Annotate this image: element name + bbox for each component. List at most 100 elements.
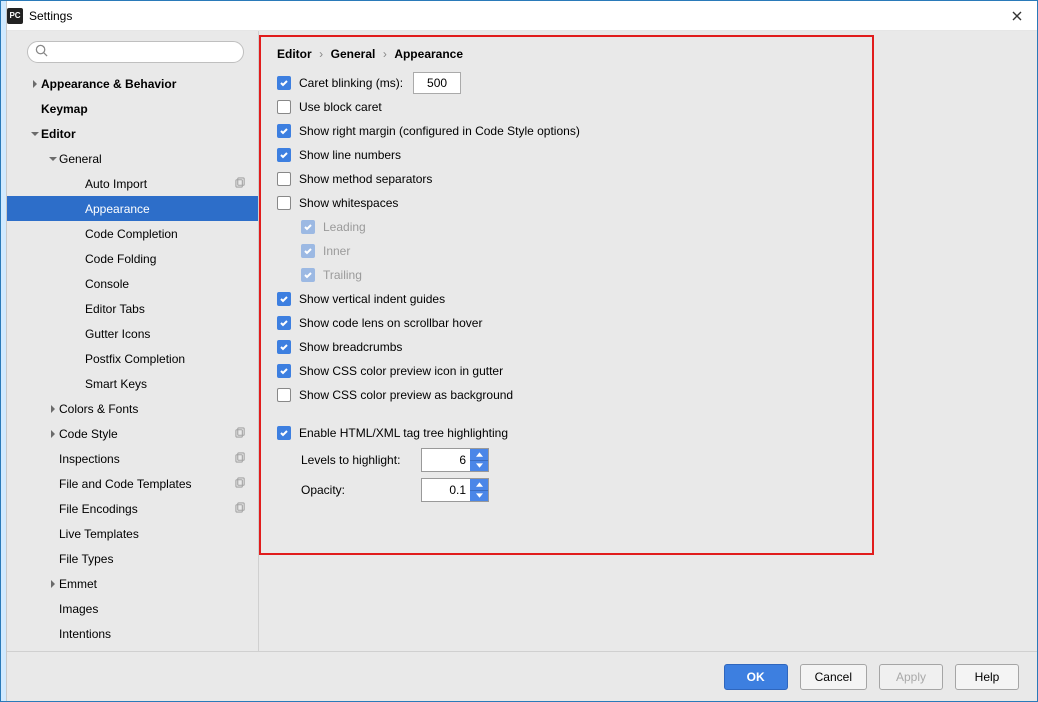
show-right-margin-checkbox[interactable]	[277, 124, 291, 138]
breadcrumb-part: General	[331, 47, 376, 61]
code-lens-label: Show code lens on scrollbar hover	[299, 316, 482, 330]
opacity-input[interactable]	[422, 479, 470, 501]
chevron-right-icon	[29, 80, 41, 88]
tree-item-inspections[interactable]: Inspections	[7, 446, 258, 471]
main-panel: Editor › General › Appearance Caret blin…	[259, 31, 1037, 651]
chevron-right-icon	[47, 405, 59, 413]
spinner-up-icon[interactable]	[470, 479, 488, 490]
levels-spinner[interactable]	[421, 448, 489, 472]
settings-tree: Appearance & Behavior Keymap Editor General…	[7, 71, 258, 651]
chevron-right-icon	[47, 580, 59, 588]
tree-item-label: Appearance & Behavior	[41, 77, 176, 91]
tree-item-code-completion[interactable]: Code Completion	[7, 221, 258, 246]
copy-icon	[235, 502, 246, 516]
caret-blinking-label: Caret blinking (ms):	[299, 76, 403, 90]
levels-input[interactable]	[422, 449, 470, 471]
show-method-separators-checkbox[interactable]	[277, 172, 291, 186]
code-lens-checkbox[interactable]	[277, 316, 291, 330]
dialog-footer: OK Cancel Apply Help	[1, 651, 1037, 701]
tree-item-label: Images	[59, 602, 98, 616]
breadcrumb-part: Editor	[277, 47, 312, 61]
left-edge-strip	[1, 1, 7, 701]
tree-item-label: Keymap	[41, 102, 88, 116]
tree-item-console[interactable]: Console	[7, 271, 258, 296]
tree-item-general[interactable]: General	[7, 146, 258, 171]
show-line-numbers-checkbox[interactable]	[277, 148, 291, 162]
css-background-checkbox[interactable]	[277, 388, 291, 402]
opacity-spinner[interactable]	[421, 478, 489, 502]
enable-html-xml-label: Enable HTML/XML tag tree highlighting	[299, 426, 508, 440]
tree-item-gutter-icons[interactable]: Gutter Icons	[7, 321, 258, 346]
vertical-indent-label: Show vertical indent guides	[299, 292, 445, 306]
caret-blinking-input[interactable]	[413, 72, 461, 94]
titlebar: PC Settings	[1, 1, 1037, 31]
copy-icon	[235, 452, 246, 466]
caret-blinking-checkbox[interactable]	[277, 76, 291, 90]
chevron-right-icon: ›	[319, 47, 323, 61]
tree-item-label: Console	[85, 277, 129, 291]
chevron-right-icon	[47, 430, 59, 438]
css-gutter-label: Show CSS color preview icon in gutter	[299, 364, 503, 378]
leading-checkbox	[301, 220, 315, 234]
tree-item-keymap[interactable]: Keymap	[7, 96, 258, 121]
tree-item-label: Code Folding	[85, 252, 156, 266]
tree-item-appearance[interactable]: Appearance	[7, 196, 258, 221]
tree-item-editor[interactable]: Editor	[7, 121, 258, 146]
show-whitespaces-checkbox[interactable]	[277, 196, 291, 210]
tree-item-file-encodings[interactable]: File Encodings	[7, 496, 258, 521]
tree-item-label: Auto Import	[85, 177, 147, 191]
tree-item-label: Live Templates	[59, 527, 139, 541]
help-button[interactable]: Help	[955, 664, 1019, 690]
tree-item-live-templates[interactable]: Live Templates	[7, 521, 258, 546]
tree-item-colors-fonts[interactable]: Colors & Fonts	[7, 396, 258, 421]
show-line-numbers-label: Show line numbers	[299, 148, 401, 162]
tree-item-label: Code Completion	[85, 227, 178, 241]
tree-item-code-style[interactable]: Code Style	[7, 421, 258, 446]
tree-item-label: Editor Tabs	[85, 302, 145, 316]
levels-label: Levels to highlight:	[301, 453, 421, 467]
cancel-button[interactable]: Cancel	[800, 664, 867, 690]
apply-button[interactable]: Apply	[879, 664, 943, 690]
enable-html-xml-checkbox[interactable]	[277, 426, 291, 440]
tree-item-appearance-behavior[interactable]: Appearance & Behavior	[7, 71, 258, 96]
spinner-down-icon[interactable]	[470, 490, 488, 502]
tree-item-file-and-code-templates[interactable]: File and Code Templates	[7, 471, 258, 496]
tree-item-label: General	[59, 152, 102, 166]
tree-item-postfix-completion[interactable]: Postfix Completion	[7, 346, 258, 371]
close-button[interactable]	[1003, 6, 1031, 26]
css-gutter-checkbox[interactable]	[277, 364, 291, 378]
breadcrumb-part: Appearance	[394, 47, 463, 61]
search-input[interactable]	[27, 41, 244, 63]
settings-dialog: PC Settings Appearance & Behavior Keymap E…	[0, 0, 1038, 702]
inner-label: Inner	[323, 244, 350, 258]
css-background-label: Show CSS color preview as background	[299, 388, 513, 402]
app-icon: PC	[7, 8, 23, 24]
chevron-down-icon	[29, 130, 41, 138]
tree-item-emmet[interactable]: Emmet	[7, 571, 258, 596]
tree-item-label: Postfix Completion	[85, 352, 185, 366]
breadcrumbs-checkbox[interactable]	[277, 340, 291, 354]
tree-item-code-folding[interactable]: Code Folding	[7, 246, 258, 271]
spinner-up-icon[interactable]	[470, 449, 488, 460]
leading-label: Leading	[323, 220, 366, 234]
sidebar: Appearance & Behavior Keymap Editor General…	[7, 31, 259, 651]
tree-item-intentions[interactable]: Intentions	[7, 621, 258, 646]
tree-item-label: Smart Keys	[85, 377, 147, 391]
search-icon	[35, 44, 48, 60]
copy-icon	[235, 177, 246, 191]
tree-item-label: File Encodings	[59, 502, 138, 516]
vertical-indent-checkbox[interactable]	[277, 292, 291, 306]
use-block-caret-checkbox[interactable]	[277, 100, 291, 114]
ok-button[interactable]: OK	[724, 664, 788, 690]
chevron-down-icon	[47, 155, 59, 163]
tree-item-images[interactable]: Images	[7, 596, 258, 621]
tree-item-file-types[interactable]: File Types	[7, 546, 258, 571]
tree-item-auto-import[interactable]: Auto Import	[7, 171, 258, 196]
trailing-checkbox	[301, 268, 315, 282]
tree-item-label: Inspections	[59, 452, 120, 466]
tree-item-smart-keys[interactable]: Smart Keys	[7, 371, 258, 396]
tree-item-editor-tabs[interactable]: Editor Tabs	[7, 296, 258, 321]
tree-item-label: Code Style	[59, 427, 118, 441]
spinner-down-icon[interactable]	[470, 460, 488, 472]
tree-item-label: Appearance	[85, 202, 150, 216]
